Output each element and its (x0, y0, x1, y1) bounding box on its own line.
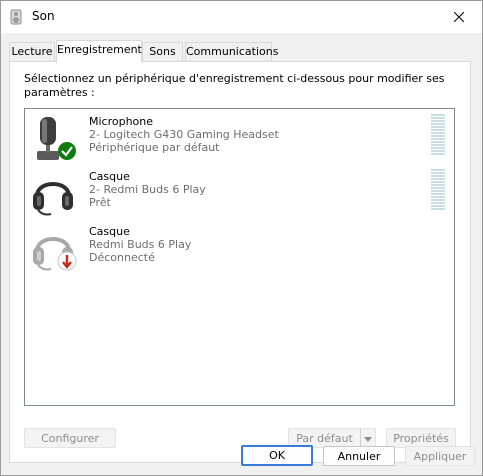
configure-button[interactable]: Configurer (24, 428, 116, 448)
device-status: Déconnecté (89, 251, 155, 264)
tab-lecture[interactable]: Lecture (9, 42, 55, 61)
default-check-icon (58, 142, 76, 160)
title-bar[interactable]: Son (1, 1, 482, 33)
device-description: Redmi Buds 6 Play (89, 238, 192, 251)
list-item-microphone[interactable]: Microphone 2- Logitech G430 Gaming Heads… (25, 111, 454, 167)
device-name: Casque (89, 225, 130, 238)
device-description: 2- Redmi Buds 6 Play (89, 183, 206, 196)
level-meter (431, 169, 445, 211)
close-icon (454, 12, 464, 22)
headset-icon (33, 182, 73, 216)
ok-button[interactable]: OK (241, 445, 313, 466)
device-status: Prêt (89, 196, 111, 209)
headset-icon (33, 237, 77, 271)
device-list[interactable]: Microphone 2- Logitech G430 Gaming Heads… (24, 108, 455, 406)
cancel-button[interactable]: Annuler (323, 446, 395, 466)
tab-enregistrement[interactable]: Enregistrement (56, 40, 142, 63)
microphone-icon (37, 117, 76, 160)
tab-panel: Sélectionnez un périphérique d'enregistr… (9, 61, 471, 463)
tab-sons[interactable]: Sons (142, 42, 183, 61)
tab-communications[interactable]: Communications (185, 42, 278, 61)
sound-dialog: Son Lecture Enregistrement Sons Communic… (0, 0, 483, 476)
device-name: Casque (89, 170, 130, 183)
window-title: Son (32, 9, 55, 23)
chevron-down-icon (364, 436, 372, 442)
device-status: Périphérique par défaut (89, 141, 220, 154)
client-area: Lecture Enregistrement Sons Communicatio… (1, 33, 482, 475)
instruction-text: Sélectionnez un périphérique d'enregistr… (24, 72, 445, 99)
level-meter (431, 114, 445, 156)
properties-button[interactable]: Propriétés (386, 428, 456, 448)
device-name: Microphone (89, 115, 154, 128)
list-item-casque-ready[interactable]: Casque 2- Redmi Buds 6 Play Prêt (25, 166, 454, 222)
set-default-label: Par défaut (296, 432, 353, 445)
close-button[interactable] (436, 1, 482, 33)
list-item-casque-disconnected[interactable]: Casque Redmi Buds 6 Play Déconnecté (25, 221, 454, 277)
apply-button[interactable]: Appliquer (405, 446, 475, 466)
device-description: 2- Logitech G430 Gaming Headset (89, 128, 279, 141)
speaker-app-icon (10, 9, 22, 25)
